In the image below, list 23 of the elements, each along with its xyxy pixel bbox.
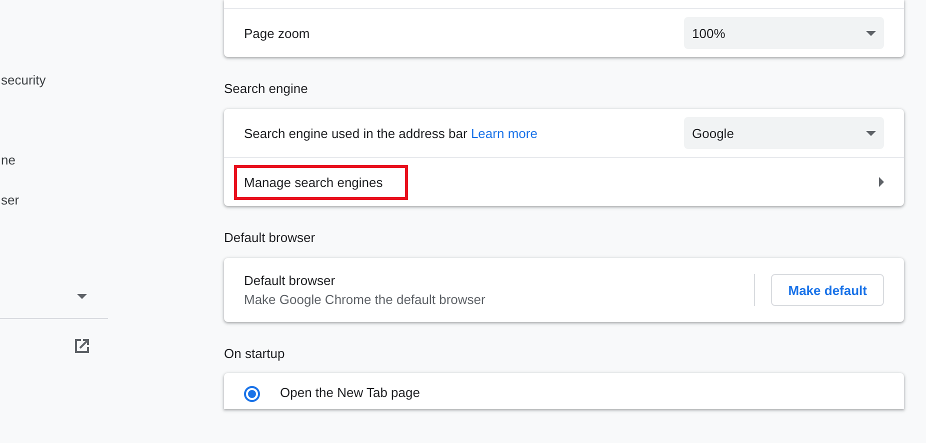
sidebar-item[interactable]: ne (1, 152, 16, 168)
page-zoom-dropdown[interactable]: 100% (684, 17, 884, 49)
dropdown-arrow-icon (866, 130, 876, 136)
setting-label: Search engine used in the address bar Learn more (244, 126, 538, 140)
dropdown-arrow-icon (77, 294, 87, 299)
dropdown-arrow-icon (866, 30, 876, 36)
manage-search-engines-row[interactable]: Manage search engines (224, 157, 904, 206)
chevron-right-icon (879, 177, 884, 187)
radio-label: Open the New Tab page (280, 385, 420, 400)
setting-label: Page zoom (244, 26, 311, 40)
learn-more-link[interactable]: Learn more (470, 126, 538, 140)
setting-label: Default browser (244, 273, 336, 288)
sidebar-item[interactable]: security (1, 72, 46, 88)
sidebar-item[interactable]: ser (1, 192, 20, 208)
external-link-icon[interactable] (73, 337, 91, 355)
make-default-button[interactable]: Make default (771, 274, 884, 306)
radio-button[interactable] (244, 386, 260, 402)
section-heading: Default browser (224, 230, 316, 245)
search-engine-dropdown[interactable]: Google (684, 117, 884, 149)
section-heading: On startup (224, 346, 285, 361)
setting-description: Make Google Chrome the default browser (244, 292, 486, 307)
section-heading: Search engine (224, 81, 308, 96)
setting-label: Manage search engines (234, 164, 408, 200)
